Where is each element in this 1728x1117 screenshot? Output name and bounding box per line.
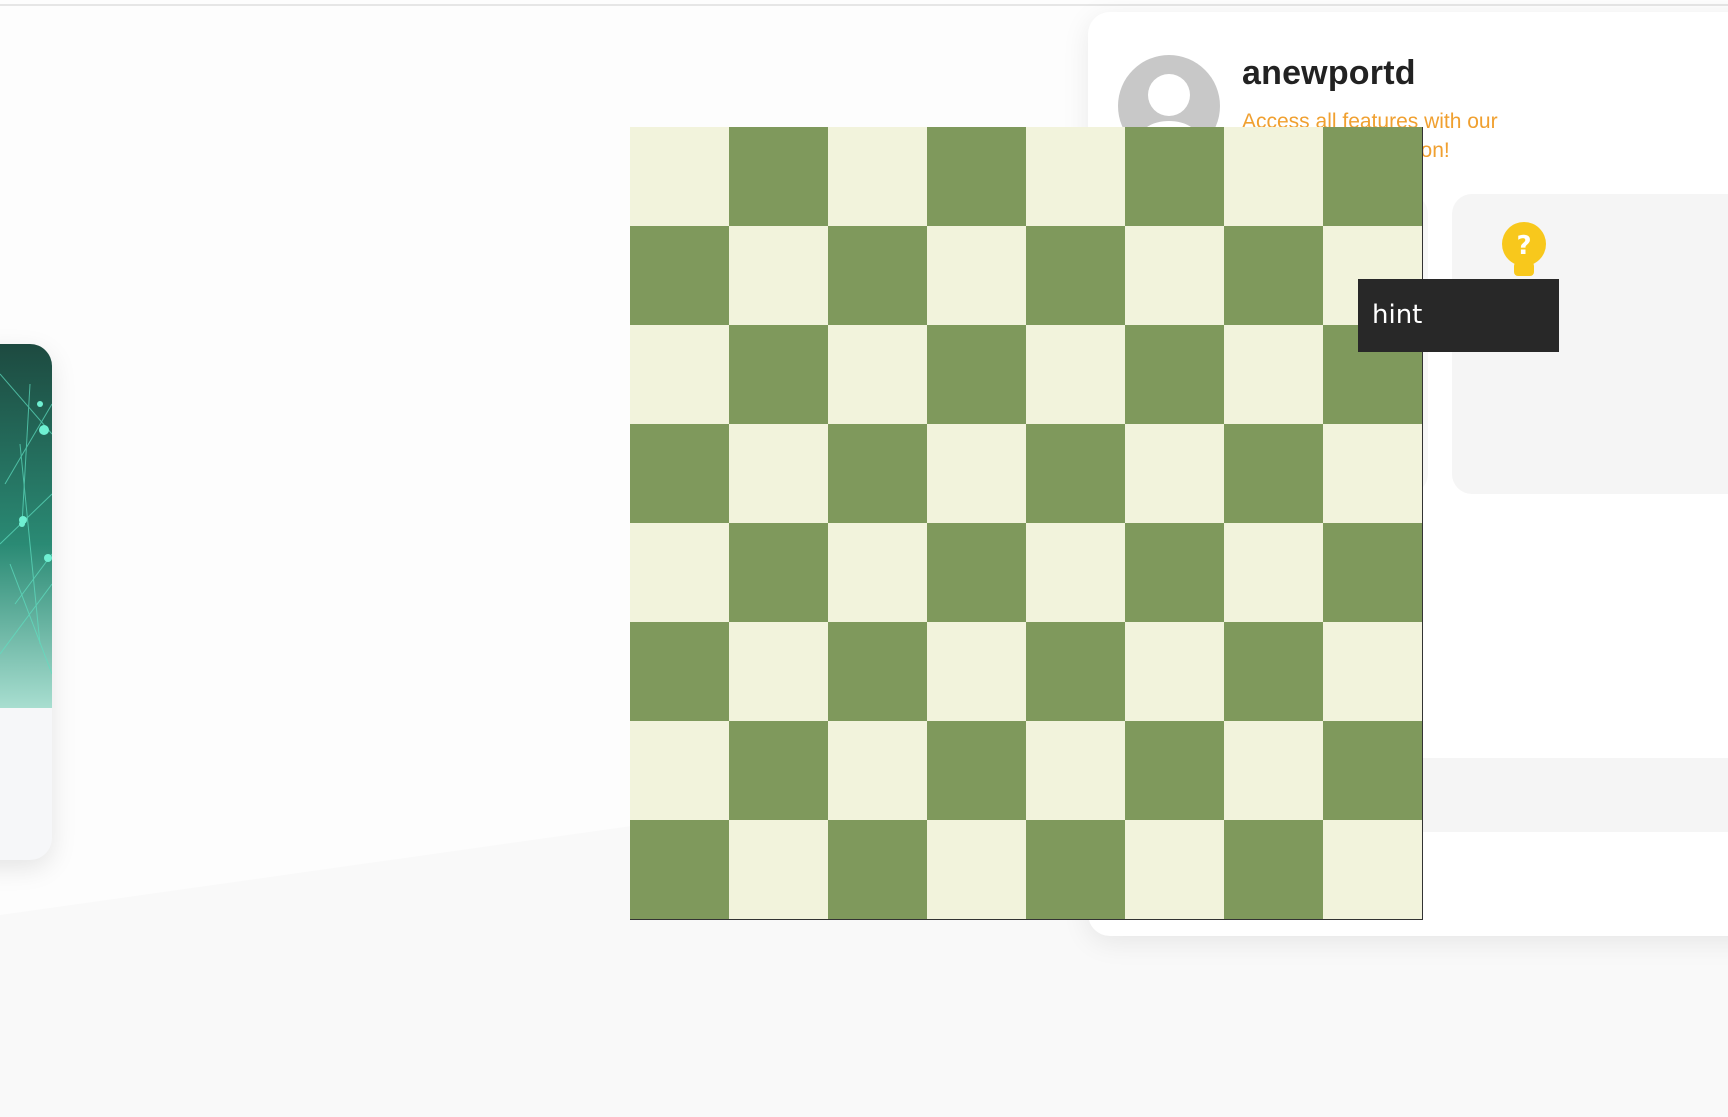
square-g4[interactable]: [1224, 523, 1323, 622]
square-f4[interactable]: [1125, 523, 1224, 622]
network-graphic: [0, 344, 52, 708]
square-f7[interactable]: [1125, 226, 1224, 325]
square-d3[interactable]: [927, 622, 1026, 721]
square-a4[interactable]: [630, 523, 729, 622]
square-e6[interactable]: [1026, 325, 1125, 424]
square-e5[interactable]: [1026, 424, 1125, 523]
square-d7[interactable]: [927, 226, 1026, 325]
square-f6[interactable]: [1125, 325, 1224, 424]
square-a3[interactable]: [630, 622, 729, 721]
square-b5[interactable]: [729, 424, 828, 523]
square-b2[interactable]: [729, 721, 828, 820]
square-f8[interactable]: [1125, 127, 1224, 226]
square-c4[interactable]: [828, 523, 927, 622]
square-e1[interactable]: [1026, 820, 1125, 919]
square-g2[interactable]: [1224, 721, 1323, 820]
square-f1[interactable]: [1125, 820, 1224, 919]
square-e4[interactable]: [1026, 523, 1125, 622]
square-a5[interactable]: [630, 424, 729, 523]
square-c8[interactable]: [828, 127, 927, 226]
chessboard[interactable]: [630, 127, 1423, 920]
square-b3[interactable]: [729, 622, 828, 721]
square-c7[interactable]: [828, 226, 927, 325]
square-h3[interactable]: [1323, 622, 1422, 721]
square-e8[interactable]: [1026, 127, 1125, 226]
square-c1[interactable]: [828, 820, 927, 919]
square-g8[interactable]: [1224, 127, 1323, 226]
square-a6[interactable]: [630, 325, 729, 424]
square-c2[interactable]: [828, 721, 927, 820]
square-h8[interactable]: [1323, 127, 1422, 226]
square-h5[interactable]: [1323, 424, 1422, 523]
square-g7[interactable]: [1224, 226, 1323, 325]
square-d8[interactable]: [927, 127, 1026, 226]
square-e2[interactable]: [1026, 721, 1125, 820]
square-a1[interactable]: [630, 820, 729, 919]
square-h1[interactable]: [1323, 820, 1422, 919]
square-h2[interactable]: [1323, 721, 1422, 820]
square-a8[interactable]: [630, 127, 729, 226]
hint-tooltip: hint: [1358, 279, 1559, 352]
lightbulb-question-icon: ?: [1502, 222, 1546, 276]
square-e3[interactable]: [1026, 622, 1125, 721]
square-f2[interactable]: [1125, 721, 1224, 820]
square-b8[interactable]: [729, 127, 828, 226]
square-e7[interactable]: [1026, 226, 1125, 325]
square-d2[interactable]: [927, 721, 1026, 820]
username[interactable]: anewportd: [1242, 54, 1416, 93]
square-f5[interactable]: [1125, 424, 1224, 523]
square-d5[interactable]: [927, 424, 1026, 523]
square-h4[interactable]: [1323, 523, 1422, 622]
square-c3[interactable]: [828, 622, 927, 721]
square-a2[interactable]: [630, 721, 729, 820]
square-b6[interactable]: [729, 325, 828, 424]
square-g6[interactable]: [1224, 325, 1323, 424]
square-b1[interactable]: [729, 820, 828, 919]
square-d6[interactable]: [927, 325, 1026, 424]
square-f3[interactable]: [1125, 622, 1224, 721]
square-g1[interactable]: [1224, 820, 1323, 919]
square-b7[interactable]: [729, 226, 828, 325]
square-b4[interactable]: [729, 523, 828, 622]
square-a7[interactable]: [630, 226, 729, 325]
square-d1[interactable]: [927, 820, 1026, 919]
promo-card[interactable]: [0, 344, 52, 860]
svg-text:?: ?: [1516, 231, 1531, 261]
square-g5[interactable]: [1224, 424, 1323, 523]
square-d4[interactable]: [927, 523, 1026, 622]
square-c5[interactable]: [828, 424, 927, 523]
square-c6[interactable]: [828, 325, 927, 424]
square-g3[interactable]: [1224, 622, 1323, 721]
